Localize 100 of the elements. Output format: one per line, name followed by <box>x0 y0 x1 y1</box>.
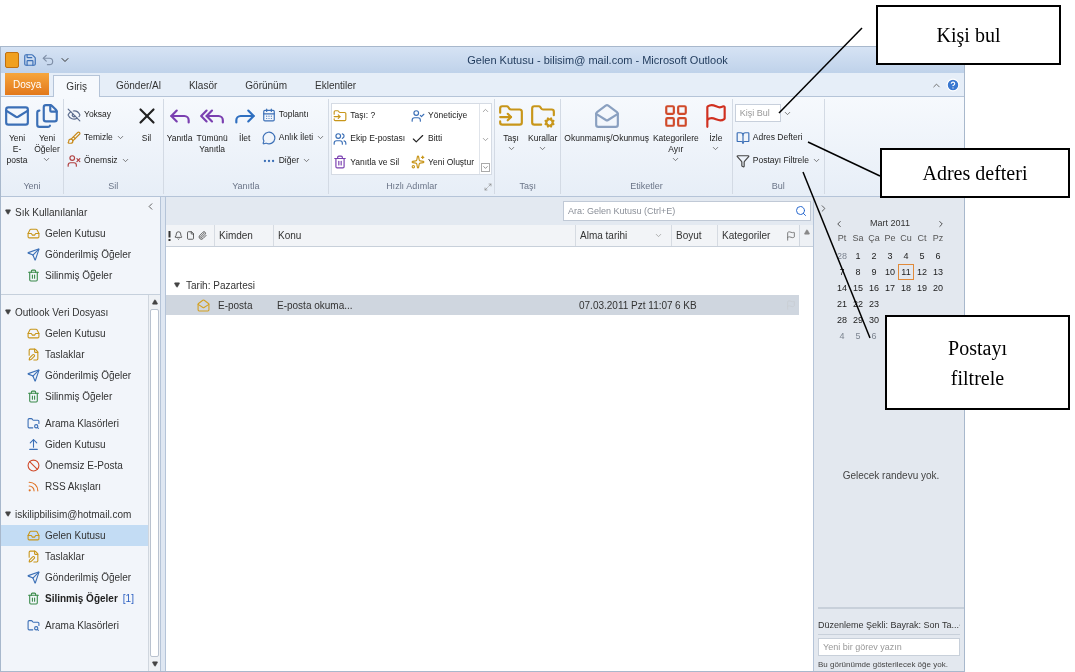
calendar-day[interactable]: 15 <box>850 280 866 296</box>
scroll-down-icon[interactable] <box>151 661 158 667</box>
ribbon-button[interactable]: İzle <box>701 99 730 153</box>
previous-month-icon[interactable] <box>834 219 844 229</box>
calendar-day[interactable]: 12 <box>914 264 930 280</box>
folder-item[interactable]: Silinmiş Öğeler <box>1 386 148 407</box>
ribbon-button[interactable]: Yöneticiye <box>410 104 476 127</box>
ribbon-button[interactable]: Okunmamış/Okunmuş <box>563 99 650 144</box>
calendar-day[interactable]: 1 <box>850 248 866 264</box>
section-header[interactable]: Sık Kullanılanlar <box>15 204 88 220</box>
ribbon-button[interactable]: Tümünü Yanıtla <box>195 99 229 155</box>
bell-icon[interactable] <box>174 231 183 240</box>
expanded-icon[interactable] <box>5 309 11 315</box>
calendar-day[interactable]: 6 <box>930 248 946 264</box>
ribbon-button[interactable]: Sil <box>132 99 161 144</box>
calendar-day[interactable]: 9 <box>866 264 882 280</box>
calendar-day[interactable]: 8 <box>850 264 866 280</box>
ribbon-button[interactable]: Taşı <box>497 99 526 153</box>
undo-icon[interactable] <box>41 53 55 67</box>
ribbon-tab[interactable]: Giriş <box>53 75 100 97</box>
ribbon-button[interactable]: Yoksay <box>66 103 131 126</box>
ribbon-button[interactable]: Kategorilere Ayır <box>651 99 700 164</box>
ribbon-button[interactable]: Yeni Öğeler <box>33 99 61 164</box>
ribbon-tab[interactable]: Görünüm <box>233 74 299 96</box>
ribbon-button[interactable]: Diğer <box>260 149 327 172</box>
ribbon-button[interactable]: Taşı: ? <box>332 104 407 127</box>
folder-item[interactable]: Gönderilmiş Öğeler <box>1 567 148 588</box>
next-month-icon[interactable] <box>936 219 946 229</box>
calendar-day[interactable]: 4 <box>898 248 914 264</box>
folder-item[interactable]: Arama Klasörleri <box>1 413 148 434</box>
folder-item[interactable]: Gönderilmiş Öğeler <box>1 244 160 265</box>
folder-item[interactable]: Taslaklar <box>1 344 148 365</box>
dialog-launcher-icon[interactable] <box>484 183 493 191</box>
folder-item[interactable]: Silinmiş Öğeler <box>1 265 160 286</box>
ribbon-button[interactable]: Kurallar <box>527 99 559 153</box>
column-header[interactable]: Boyut <box>671 225 717 246</box>
search-field[interactable]: Ara: Gelen Kutusu (Ctrl+E) <box>563 201 811 221</box>
search-icon[interactable] <box>795 205 807 217</box>
ribbon-tab[interactable]: Gönder/Al <box>103 74 173 96</box>
ribbon-button[interactable]: Yeni Oluştur <box>410 150 476 174</box>
find-contact-field[interactable]: Kişi Bul <box>734 104 781 122</box>
section-header[interactable]: Outlook Veri Dosyası <box>15 304 109 320</box>
ribbon-button[interactable]: Toplantı <box>260 103 327 126</box>
calendar-day[interactable]: 21 <box>834 296 850 312</box>
expanded-icon[interactable] <box>174 282 180 288</box>
folder-item[interactable]: Gelen Kutusu <box>1 323 148 344</box>
message-row[interactable]: E-posta E-posta okuma... 07.03.2011 Pzt 11:07 6 KB <box>166 295 799 315</box>
column-header[interactable]: Konu <box>273 225 575 246</box>
ribbon-button[interactable]: Önemsiz <box>66 149 131 172</box>
ribbon-button[interactable]: Anlık İleti <box>260 126 327 149</box>
calendar-day[interactable]: 3 <box>882 248 898 264</box>
scrollbar[interactable] <box>148 295 160 671</box>
ribbon-button[interactable]: Adres Defteri <box>734 126 822 149</box>
section-header[interactable]: iskilipbilisim@hotmail.com <box>15 506 132 522</box>
paperclip-icon[interactable] <box>198 231 207 240</box>
ribbon-button[interactable]: Postayı Filtrele <box>734 149 822 172</box>
calendar-day[interactable]: 13 <box>930 264 946 280</box>
ribbon-button[interactable]: Yanıtla ve Sil <box>332 150 407 174</box>
calendar-day[interactable]: 16 <box>866 280 882 296</box>
scroll-up-icon[interactable] <box>151 299 158 305</box>
flag-icon[interactable] <box>786 230 796 241</box>
calendar-day[interactable]: 2 <box>866 248 882 264</box>
folder-item[interactable]: Giden Kutusu <box>1 434 148 455</box>
column-header[interactable]: Kimden <box>214 225 273 246</box>
help-icon[interactable] <box>946 78 960 92</box>
calendar-day[interactable]: 11 <box>898 264 914 280</box>
expanded-icon[interactable] <box>5 209 11 215</box>
expanded-icon[interactable] <box>5 511 11 517</box>
calendar-day[interactable]: 28 <box>834 312 850 328</box>
document-icon[interactable] <box>186 231 195 240</box>
calendar-day[interactable]: 17 <box>882 280 898 296</box>
folder-item[interactable]: Gönderilmiş Öğeler <box>1 365 148 386</box>
column-header[interactable]: Alma tarihi <box>575 225 671 246</box>
more-icon[interactable] <box>481 163 491 172</box>
ribbon-button[interactable]: Yanıtla <box>165 99 194 144</box>
folder-item[interactable]: Gelen Kutusu <box>1 525 148 546</box>
ribbon-button[interactable]: Temizle <box>66 126 131 149</box>
calendar-day[interactable]: 30 <box>866 312 882 328</box>
ribbon-tab[interactable]: Klasör <box>176 74 230 96</box>
save-icon[interactable] <box>23 53 37 67</box>
ribbon-tab[interactable]: Eklentiler <box>303 74 369 96</box>
calendar-day[interactable]: 14 <box>834 280 850 296</box>
calendar-day[interactable]: 23 <box>866 296 882 312</box>
calendar-day[interactable]: 18 <box>898 280 914 296</box>
ribbon-button[interactable]: Yeni E-posta <box>3 99 31 166</box>
folder-item[interactable]: RSS Akışları <box>1 476 148 497</box>
folder-item[interactable]: Gelen Kutusu <box>1 223 160 244</box>
new-task-field[interactable]: Yeni bir görev yazın <box>818 638 960 656</box>
ribbon-button[interactable]: Ekip E-postası <box>332 127 407 151</box>
calendar-day[interactable]: 20 <box>930 280 946 296</box>
calendar-day[interactable]: 10 <box>882 264 898 280</box>
ribbon-button[interactable]: İlet <box>230 99 259 144</box>
arrange-by-header[interactable]: Düzenleme Şekli: Bayrak: Son Ta... <box>818 618 959 632</box>
importance-icon[interactable] <box>168 230 171 241</box>
ribbon-button[interactable]: Bitti <box>410 127 476 151</box>
calendar-day[interactable]: 19 <box>914 280 930 296</box>
folder-item[interactable]: Arama Klasörleri <box>1 615 148 636</box>
column-header[interactable]: Kategoriler <box>717 225 783 246</box>
calendar-day[interactable]: 5 <box>914 248 930 264</box>
folder-item[interactable]: Önemsiz E-Posta <box>1 455 148 476</box>
